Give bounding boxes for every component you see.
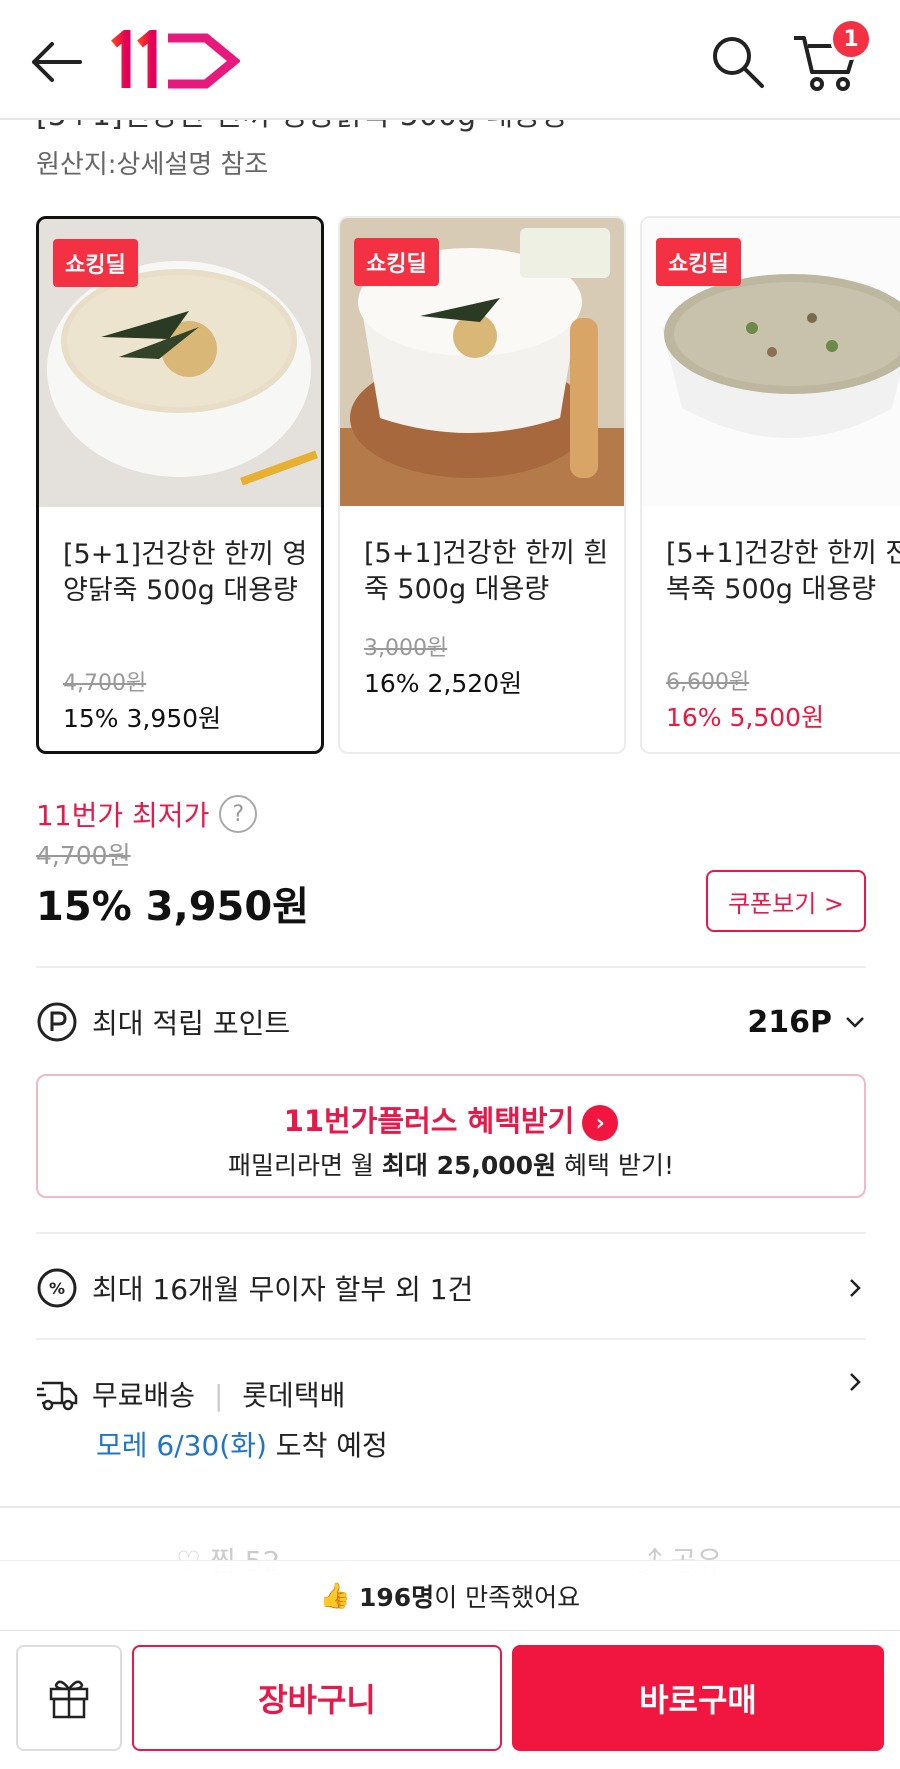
points-value: 216P: [747, 1004, 832, 1040]
option-name: [5+1]건강한 한끼 영양닭죽 500g 대용량: [63, 539, 308, 606]
top-header: 1: [0, 0, 900, 120]
carrier-label: 롯데택배: [242, 1379, 346, 1412]
option-name: [5+1]건강한 한끼 흰죽 500g 대용량: [364, 538, 609, 605]
plus-title-text: 11번가플러스 혜택받기: [283, 1104, 575, 1138]
arrival-suffix: 도착 예정: [266, 1429, 388, 1462]
shocking-deal-badge: 쇼킹딜: [656, 238, 741, 286]
option-original-price: 6,600원: [666, 670, 750, 695]
plus-sub-bold: 최대 25,000원: [381, 1151, 557, 1180]
divider: [0, 1506, 900, 1508]
search-icon[interactable]: [710, 34, 766, 90]
divider: [36, 1338, 866, 1340]
shocking-deal-badge: 쇼킹딜: [354, 238, 439, 286]
shipping-row[interactable]: 무료배송 | 롯데택배: [36, 1370, 866, 1418]
chevron-right-icon[interactable]: [844, 1371, 866, 1393]
option-price: 16% 2,520원: [364, 669, 523, 698]
sale-price: 15% 3,950원: [36, 884, 309, 930]
origin-text: 원산지:상세설명 참조: [36, 150, 269, 180]
thumbs-up-icon: 👍: [319, 1580, 351, 1610]
separator: |: [213, 1379, 224, 1412]
arrival-date: 모레 6/30(화): [96, 1429, 267, 1462]
option-price: 16% 5,500원: [666, 703, 825, 732]
installment-row[interactable]: % 최대 16개월 무이자 할부 외 1건: [36, 1264, 866, 1312]
option-carousel[interactable]: 쇼킹딜 [5+1]건강한 한끼 영양닭죽 500g 대용량 4,700원 15%…: [36, 216, 900, 756]
points-label: 최대 적립 포인트: [92, 1007, 291, 1040]
original-price: 4,700원: [36, 841, 131, 870]
chevron-right-icon[interactable]: [844, 1277, 866, 1299]
arrival-estimate: 모레 6/30(화) 도착 예정: [96, 1424, 388, 1464]
add-to-cart-button[interactable]: 장바구니: [132, 1645, 502, 1751]
purchase-bar: 장바구니 바로구매: [0, 1630, 900, 1769]
percent-icon: %: [37, 1268, 77, 1308]
gift-icon: [49, 1680, 89, 1719]
shocking-deal-badge: 쇼킹딜: [53, 239, 138, 287]
option-original-price: 3,000원: [364, 636, 448, 661]
chevron-down-icon[interactable]: [844, 1011, 866, 1033]
shipping-info: 무료배송 | 롯데택배: [92, 1374, 844, 1414]
cart-count-badge: 1: [830, 18, 872, 60]
logo-11st-icon[interactable]: [110, 30, 240, 92]
buy-now-button[interactable]: 바로구매: [512, 1645, 884, 1751]
help-icon[interactable]: ?: [219, 795, 258, 833]
divider: [36, 1232, 866, 1234]
lowest-price-label: 11번가 최저가 ?: [36, 794, 258, 834]
plus-subtitle: 패밀리라면 월 최대 25,000원 혜택 받기!: [38, 1146, 864, 1182]
divider: [36, 966, 866, 968]
plus-title: 11번가플러스 혜택받기 ›: [38, 1098, 864, 1141]
points-row[interactable]: 최대 적립 포인트 216P: [36, 998, 866, 1046]
free-shipping-label: 무료배송: [92, 1379, 196, 1412]
chevron-right-icon[interactable]: ›: [582, 1105, 619, 1141]
plus-sub-prefix: 패밀리라면 월: [227, 1151, 382, 1180]
truck-icon: [37, 1381, 78, 1411]
option-card[interactable]: 쇼킹딜 [5+1]건강한 한끼 전복죽 500g 대용량 6,600원 16% …: [640, 216, 900, 754]
installment-label: 최대 16개월 무이자 할부 외 1건: [92, 1273, 474, 1306]
plus-sub-suffix: 혜택 받기!: [556, 1151, 674, 1180]
coupon-button[interactable]: 쿠폰보기 >: [706, 870, 866, 932]
back-arrow-icon[interactable]: [28, 38, 84, 86]
option-original-price: 4,700원: [63, 671, 147, 696]
gift-button[interactable]: [16, 1645, 122, 1751]
satisfied-count: 196명: [359, 1582, 435, 1612]
satisfaction-banner: 👍 196명 이 만족했어요: [0, 1560, 900, 1630]
satisfied-suffix: 이 만족했어요: [434, 1582, 581, 1612]
plus-benefit-banner[interactable]: 11번가플러스 혜택받기 › 패밀리라면 월 최대 25,000원 혜택 받기!: [36, 1074, 866, 1198]
point-icon: [37, 1002, 77, 1042]
option-card[interactable]: 쇼킹딜 [5+1]건강한 한끼 흰죽 500g 대용량 3,000원 16% 2…: [338, 216, 626, 754]
lowest-price-text: 11번가 최저가: [36, 799, 210, 832]
option-card[interactable]: 쇼킹딜 [5+1]건강한 한끼 영양닭죽 500g 대용량 4,700원 15%…: [36, 216, 324, 754]
option-price: 15% 3,950원: [63, 704, 222, 733]
option-name: [5+1]건강한 한끼 전복죽 500g 대용량: [666, 538, 900, 605]
svg-text:%: %: [49, 1279, 65, 1298]
